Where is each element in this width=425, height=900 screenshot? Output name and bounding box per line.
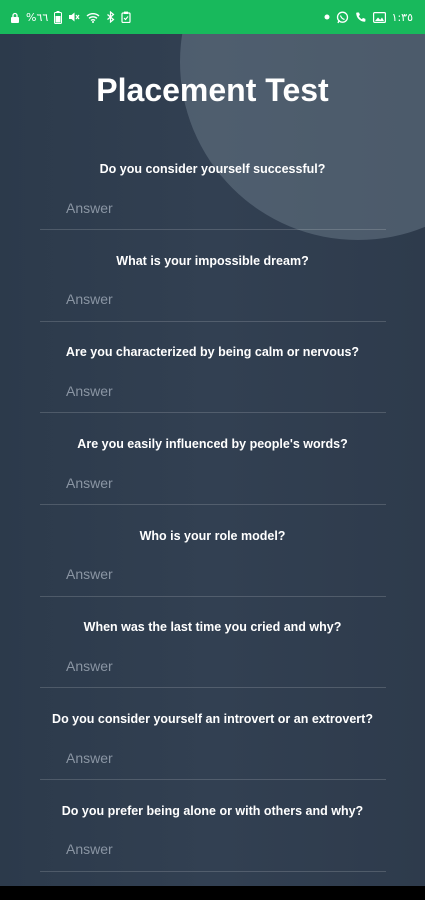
dot-icon — [324, 14, 330, 20]
question-label: Do you prefer being alone or with others… — [61, 803, 364, 818]
question-label: Do you consider yourself an introvert or… — [52, 712, 373, 727]
question-list: Do you consider yourself successful? Wha… — [0, 162, 425, 886]
question-item: Who is your role model? — [0, 529, 425, 621]
phone-icon — [355, 11, 367, 23]
image-icon — [372, 11, 386, 23]
question-label: Are you characterized by being calm or n… — [65, 345, 360, 360]
question-item: Do you prefer being alone or with others… — [0, 804, 425, 886]
battery-icon — [54, 10, 63, 24]
status-bar: %٦٦ ١:٣٥ — [0, 0, 425, 34]
mute-icon — [68, 11, 80, 23]
question-item: Are you easily influenced by people's wo… — [0, 437, 425, 529]
question-label: Do you consider yourself successful? — [99, 162, 326, 176]
answer-input[interactable] — [40, 734, 386, 781]
question-item: Do you consider yourself successful? — [0, 162, 425, 254]
question-label: Who is your role model? — [139, 528, 286, 543]
bluetooth-icon — [106, 11, 115, 23]
question-item: When was the last time you cried and why… — [0, 620, 425, 712]
answer-input[interactable] — [40, 184, 386, 230]
question-label: When was the last time you cried and why… — [83, 620, 342, 635]
question-item: Are you characterized by being calm or n… — [0, 345, 425, 437]
answer-input[interactable] — [40, 275, 386, 322]
app-screen: Placement Test Do you consider yourself … — [0, 34, 425, 886]
lock-icon — [10, 12, 20, 23]
status-bar-right: ١:٣٥ — [324, 11, 413, 24]
answer-input[interactable] — [40, 642, 386, 689]
page-title: Placement Test — [96, 72, 329, 108]
clock: ١:٣٥ — [391, 10, 413, 24]
answer-input[interactable] — [40, 825, 386, 872]
whatsapp-icon — [336, 11, 349, 24]
status-bar-left: %٦٦ — [10, 10, 131, 24]
navigation-bar — [0, 886, 425, 900]
answer-input[interactable] — [40, 367, 386, 414]
answer-input[interactable] — [40, 459, 386, 506]
wifi-icon — [86, 12, 100, 23]
clipboard-icon — [121, 11, 131, 23]
question-label: Are you easily influenced by people's wo… — [77, 437, 348, 452]
answer-input[interactable] — [40, 550, 386, 597]
question-label: What is your impossible dream? — [116, 253, 309, 268]
question-item: What is your impossible dream? — [0, 254, 425, 346]
question-item: Do you consider yourself an introvert or… — [0, 712, 425, 804]
battery-percent: %٦٦ — [26, 10, 49, 24]
